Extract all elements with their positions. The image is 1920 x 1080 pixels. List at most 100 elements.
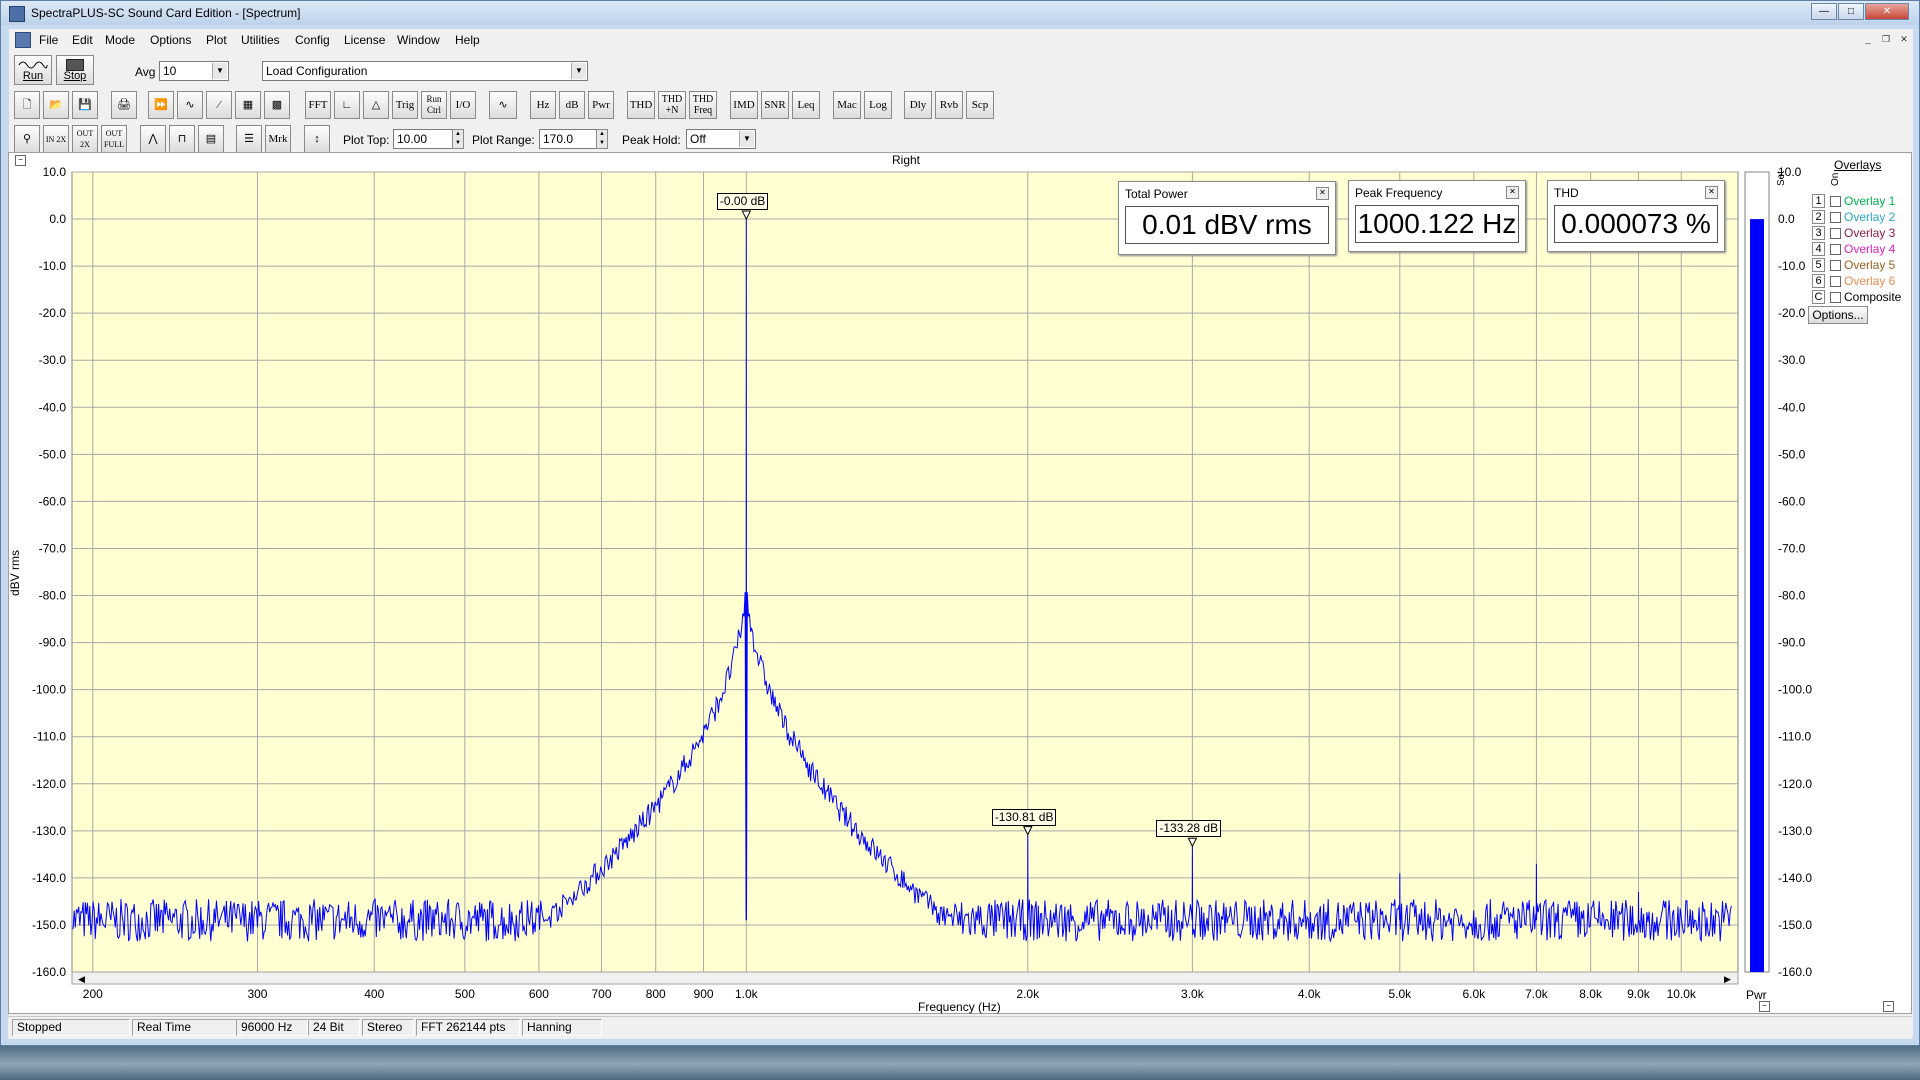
maximize-button[interactable]: □ [1838, 3, 1864, 20]
chevron-down-icon[interactable]: ▼ [739, 131, 754, 147]
spectrum-doc-icon[interactable] [15, 32, 31, 48]
open-folder-icon[interactable]: 📂 [43, 91, 69, 119]
overlay-set-button[interactable]: 5 [1812, 258, 1825, 272]
minimize-button[interactable]: — [1811, 3, 1837, 20]
stop-button[interactable]: Stop [56, 55, 94, 85]
dly-button[interactable]: Dly [904, 91, 932, 119]
ramp-icon[interactable]: ∕ [206, 91, 232, 119]
pwr-button[interactable]: Pwr [588, 91, 614, 119]
fast-forward-icon[interactable]: ⏩ [148, 91, 174, 119]
spectrogram-icon[interactable]: ▩ [264, 91, 290, 119]
save-disk-icon[interactable]: 💾 [72, 91, 98, 119]
thd-button[interactable]: THD [627, 91, 655, 119]
avg-select[interactable]: 10 ▼ [159, 61, 229, 81]
bars-3rd-octave-icon[interactable]: ▤ [198, 125, 224, 153]
mdi-close-icon[interactable]: ✕ [1897, 33, 1911, 45]
list-icon[interactable]: ☰ [236, 125, 262, 153]
menu-edit[interactable]: Edit [72, 33, 93, 47]
peak-marker-label[interactable]: -130.81 dB [991, 808, 1057, 826]
expand-icon[interactable]: − [1883, 1001, 1894, 1012]
menu-license[interactable]: License [344, 33, 385, 47]
menu-options[interactable]: Options [150, 33, 191, 47]
zoom-icon[interactable]: ⚲ [14, 125, 40, 153]
cursor-icon[interactable]: ↕ [304, 125, 330, 153]
overlay-set-button[interactable]: 1 [1812, 194, 1825, 208]
zoom-in-2x-icon[interactable]: IN 2X [43, 125, 69, 153]
hz-button[interactable]: Hz [530, 91, 556, 119]
plot-range-input[interactable]: 170.0 [539, 129, 597, 149]
chevron-down-icon[interactable]: ▼ [571, 63, 586, 79]
collapse-icon[interactable]: − [15, 155, 26, 166]
octave-icon[interactable]: ⊓ [169, 125, 195, 153]
menu-plot[interactable]: Plot [206, 33, 227, 47]
config-select[interactable]: Load Configuration ▼ [262, 61, 588, 81]
menu-file[interactable]: File [39, 33, 58, 47]
peak-marker-label[interactable]: -0.00 dB [716, 193, 769, 211]
overlay-checkbox[interactable] [1830, 276, 1841, 287]
menu-utilities[interactable]: Utilities [241, 33, 280, 47]
zoom-out-2x-icon[interactable]: OUT 2X [72, 125, 98, 153]
imd-button[interactable]: IMD [730, 91, 758, 119]
overlay-checkbox[interactable] [1830, 260, 1841, 271]
menu-window[interactable]: Window [397, 33, 440, 47]
thd-meter[interactable]: THD ✕ 0.000073 % [1547, 180, 1725, 252]
menu-help[interactable]: Help [455, 33, 480, 47]
overlay-checkbox[interactable] [1830, 212, 1841, 223]
overlay-set-button[interactable]: 6 [1812, 274, 1825, 288]
overlay-checkbox[interactable] [1830, 228, 1841, 239]
plot-top-spinner[interactable]: ▲ ▼ [452, 129, 464, 149]
run-ctrl-button[interactable]: Run Ctrl [421, 91, 447, 119]
zoom-out-full-icon[interactable]: OUT FULL [101, 125, 127, 153]
bars-icon[interactable]: ▦ [235, 91, 261, 119]
signal-gen-icon[interactable]: ∿ [177, 91, 203, 119]
overlay-checkbox[interactable] [1830, 196, 1841, 207]
mrk-button[interactable]: Mrk [265, 125, 291, 153]
peak-hold-select[interactable]: Off ▼ [686, 129, 756, 149]
close-icon[interactable]: ✕ [1506, 186, 1519, 199]
overlay-checkbox[interactable] [1830, 244, 1841, 255]
weighting-icon[interactable]: △ [363, 91, 389, 119]
leq-button[interactable]: Leq [792, 91, 820, 119]
print-icon[interactable]: 🖨 [111, 91, 137, 119]
db-button[interactable]: dB [559, 91, 585, 119]
app-icon [9, 6, 25, 22]
peak-frequency-meter[interactable]: Peak Frequency ✕ 1000.122 Hz [1348, 180, 1526, 252]
close-icon[interactable]: ✕ [1705, 186, 1718, 199]
peak-marker-label[interactable]: -133.28 dB [1156, 820, 1222, 838]
run-button[interactable]: Run [14, 55, 52, 85]
overlay-set-button[interactable]: 4 [1812, 242, 1825, 256]
peak-hold-value: Off [690, 132, 706, 146]
close-icon[interactable]: ✕ [1316, 187, 1329, 200]
overlay-set-button[interactable]: C [1812, 290, 1825, 304]
overlay-set-button[interactable]: 3 [1812, 226, 1825, 240]
menu-config[interactable]: Config [295, 33, 330, 47]
snr-button[interactable]: SNR [761, 91, 789, 119]
peak-icon[interactable]: ⋀ [140, 125, 166, 153]
rvb-button[interactable]: Rvb [935, 91, 963, 119]
axis-icon[interactable]: ∟ [334, 91, 360, 119]
menu-mode[interactable]: Mode [105, 33, 135, 47]
mdi-restore-icon[interactable]: ❐ [1879, 33, 1893, 45]
mdi-minimize-icon[interactable]: _ [1861, 33, 1875, 45]
io-button[interactable]: I/O [450, 91, 476, 119]
overlay-set-button[interactable]: 2 [1812, 210, 1825, 224]
thd-freq-button[interactable]: THD Freq [689, 91, 717, 119]
fft-button[interactable]: FFT [305, 91, 331, 119]
total-power-meter[interactable]: Total Power ✕ 0.01 dBV rms [1118, 181, 1336, 255]
chevron-down-icon[interactable]: ▼ [212, 63, 227, 79]
scp-button[interactable]: Scp [966, 91, 994, 119]
trig-button[interactable]: Trig [392, 91, 418, 119]
close-button[interactable]: ✕ [1865, 3, 1909, 20]
thdn-button[interactable]: THD +N [658, 91, 686, 119]
overlay-options-button[interactable]: Options... [1808, 306, 1868, 324]
new-file-icon[interactable]: 🗋 [14, 91, 40, 119]
pwr-collapse-icon[interactable]: − [1759, 1001, 1770, 1012]
overlay-checkbox[interactable] [1830, 292, 1841, 303]
mac-button[interactable]: Mac [833, 91, 861, 119]
spectrum-plot-window: − − − [8, 152, 1912, 1014]
sine-icon[interactable]: ∿ [489, 91, 517, 119]
meter-value: 0.01 dBV rms [1125, 206, 1329, 244]
log-button[interactable]: Log [864, 91, 892, 119]
plot-top-input[interactable]: 10.00 [393, 129, 453, 149]
plot-range-spinner[interactable]: ▲ ▼ [596, 129, 608, 149]
